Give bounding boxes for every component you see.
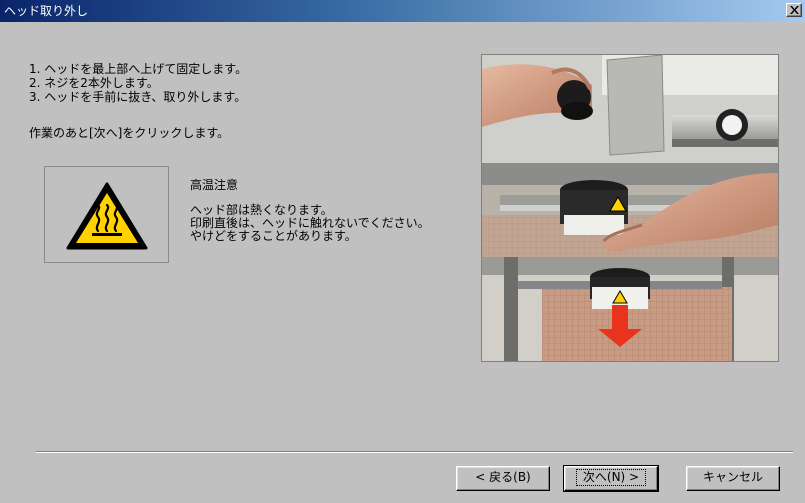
back-button-label: < 戻る(B) xyxy=(475,470,531,484)
warning-text: ヘッド部は熱くなります。 印刷直後は、ヘッドに触れないでください。 やけどをする… xyxy=(190,204,430,243)
title-bar[interactable]: ヘッド取り外し xyxy=(0,0,805,22)
next-button-label: 次へ(N) > xyxy=(575,469,647,486)
close-button[interactable] xyxy=(786,3,802,17)
head-removal-dialog: ヘッド取り外し 1. ヘッドを最上部へ上げて固定します。 2. ネジを2本外しま… xyxy=(0,0,805,503)
step-2: 2. ネジを2本外します。 xyxy=(29,76,159,90)
steps-list: 1. ヘッドを最上部へ上げて固定します。 2. ネジを2本外します。 3. ヘッ… xyxy=(29,62,449,104)
hot-surface-warning-icon xyxy=(66,182,148,250)
step-1: 1. ヘッドを最上部へ上げて固定します。 xyxy=(29,62,248,76)
warning-title: 高温注意 xyxy=(190,178,239,192)
window-title: ヘッド取り外し xyxy=(4,4,89,18)
step-3: 3. ヘッドを手前に抜き、取り外します。 xyxy=(29,90,247,104)
instruction-text: 作業のあと[次へ]をクリックします。 xyxy=(29,126,230,140)
head-removal-photo xyxy=(481,54,779,362)
back-button[interactable]: < 戻る(B) xyxy=(456,466,550,491)
next-button[interactable]: 次へ(N) > xyxy=(563,465,659,492)
footer-separator xyxy=(36,451,793,453)
cancel-button[interactable]: キャンセル xyxy=(686,466,780,491)
warning-line-3: やけどをすることがあります。 xyxy=(190,229,357,243)
close-icon xyxy=(790,6,799,14)
cancel-button-label: キャンセル xyxy=(702,470,763,484)
warning-icon-box xyxy=(44,166,169,263)
